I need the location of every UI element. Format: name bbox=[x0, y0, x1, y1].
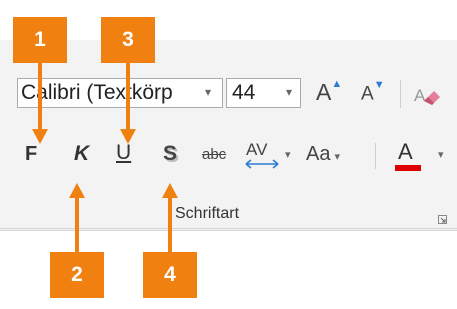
callout-badge-1: 1 bbox=[13, 17, 67, 63]
arrow-icon bbox=[38, 63, 42, 137]
arrow-icon bbox=[126, 63, 130, 137]
callout-badge-4: 4 bbox=[143, 252, 197, 298]
callout-badge-3: 3 bbox=[101, 17, 155, 63]
arrow-icon bbox=[162, 183, 178, 198]
callout-badge-2: 2 bbox=[50, 252, 104, 298]
arrow-icon bbox=[69, 183, 85, 198]
arrow-icon bbox=[32, 129, 48, 144]
arrow-icon bbox=[120, 129, 136, 144]
